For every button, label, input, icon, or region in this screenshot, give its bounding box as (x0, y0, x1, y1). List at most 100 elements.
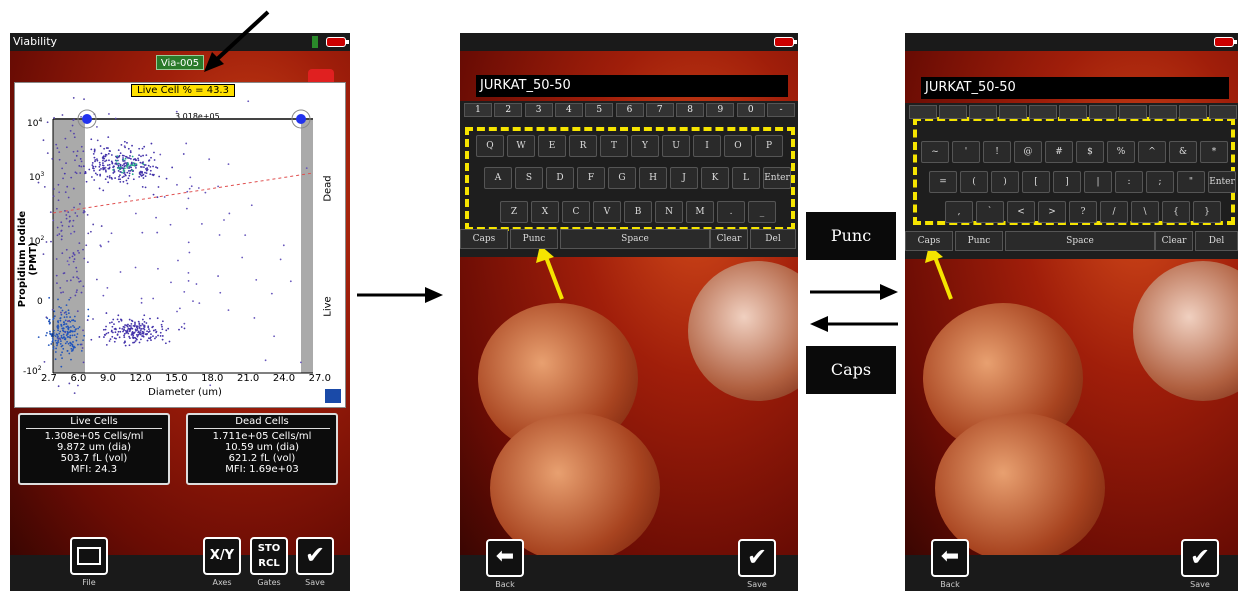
key-sym2-1[interactable]: ( (960, 171, 988, 193)
key-i[interactable]: I (693, 135, 721, 157)
key-6[interactable]: M (686, 201, 714, 223)
num-key[interactable] (1119, 105, 1147, 119)
key-2[interactable]: C (562, 201, 590, 223)
num-key[interactable] (1179, 105, 1207, 119)
key-5[interactable]: N (655, 201, 683, 223)
save-button[interactable]: ✔ (1181, 539, 1219, 577)
key-5[interactable]: 6 (615, 103, 644, 117)
key-q[interactable]: Q (476, 135, 504, 157)
key-8[interactable]: _ (748, 201, 776, 223)
key-3[interactable]: V (593, 201, 621, 223)
key-3[interactable]: 4 (554, 103, 583, 117)
key-enter[interactable]: Enter (763, 167, 791, 189)
key-sym3-7[interactable]: { (1162, 201, 1190, 223)
key-7[interactable]: . (717, 201, 745, 223)
key-space[interactable]: Space (1005, 231, 1155, 251)
key-0[interactable]: 1 (464, 103, 492, 117)
key-t[interactable]: T (600, 135, 628, 157)
key-sym3-8[interactable]: } (1193, 201, 1221, 223)
key-k[interactable]: K (701, 167, 729, 189)
num-key[interactable] (1149, 105, 1177, 119)
key-e[interactable]: E (538, 135, 566, 157)
key-sym-0[interactable]: ~ (921, 141, 949, 163)
key-d[interactable]: D (546, 167, 574, 189)
key-del[interactable]: Del (750, 229, 796, 249)
key-sym2-8[interactable]: " (1177, 171, 1205, 193)
key-clear[interactable]: Clear (710, 229, 748, 249)
key-space[interactable]: Space (560, 229, 710, 249)
back-button[interactable]: ⬅ (486, 539, 524, 577)
key-7[interactable]: 8 (676, 103, 705, 117)
key-s[interactable]: S (515, 167, 543, 189)
key-punc[interactable]: Punc (510, 229, 558, 249)
key-sym2-7[interactable]: ; (1146, 171, 1174, 193)
key-f[interactable]: F (577, 167, 605, 189)
key-sym-7[interactable]: ^ (1138, 141, 1166, 163)
key-6[interactable]: 7 (645, 103, 674, 117)
num-key[interactable] (909, 105, 937, 119)
key-clear[interactable]: Clear (1155, 231, 1193, 251)
key-9[interactable]: 0 (736, 103, 765, 117)
save-button[interactable]: ✔ (296, 537, 334, 575)
key-p[interactable]: P (755, 135, 783, 157)
key-sym2-2[interactable]: ) (991, 171, 1019, 193)
key-0[interactable]: Z (500, 201, 528, 223)
histogram-icon[interactable] (325, 389, 341, 403)
gate-name-badge[interactable]: Via-005 (156, 55, 204, 70)
key-sym2-3[interactable]: [ (1022, 171, 1050, 193)
gates-button[interactable]: STO RCL (250, 537, 288, 575)
text-input[interactable]: JURKAT_50-50 (476, 75, 788, 97)
num-key[interactable] (1089, 105, 1117, 119)
key-sym-9[interactable]: * (1200, 141, 1228, 163)
key-sym2-0[interactable]: = (929, 171, 957, 193)
key-sym-8[interactable]: & (1169, 141, 1197, 163)
key-l[interactable]: L (732, 167, 760, 189)
key-g[interactable]: G (608, 167, 636, 189)
key-sym3-0[interactable]: , (945, 201, 973, 223)
key-sym-4[interactable]: # (1045, 141, 1073, 163)
key-8[interactable]: 9 (706, 103, 735, 117)
key-sym2-5[interactable]: | (1084, 171, 1112, 193)
key-sym3-4[interactable]: ? (1069, 201, 1097, 223)
key-caps[interactable]: Caps (905, 231, 953, 251)
num-key[interactable] (999, 105, 1027, 119)
num-key[interactable] (1029, 105, 1057, 119)
key-sym-6[interactable]: % (1107, 141, 1135, 163)
key-1[interactable]: X (531, 201, 559, 223)
key-w[interactable]: W (507, 135, 535, 157)
key-del[interactable]: Del (1195, 231, 1238, 251)
back-button[interactable]: ⬅ (931, 539, 969, 577)
key-4[interactable]: 5 (585, 103, 614, 117)
save-button[interactable]: ✔ (738, 539, 776, 577)
key-j[interactable]: J (670, 167, 698, 189)
key-sym3-5[interactable]: / (1100, 201, 1128, 223)
scatter-plot[interactable] (15, 83, 345, 407)
num-key[interactable] (1059, 105, 1087, 119)
key-sym-3[interactable]: @ (1014, 141, 1042, 163)
key-10[interactable]: - (767, 103, 795, 117)
key-h[interactable]: H (639, 167, 667, 189)
key-r[interactable]: R (569, 135, 597, 157)
key-4[interactable]: B (624, 201, 652, 223)
key-2[interactable]: 3 (524, 103, 553, 117)
key-sym-5[interactable]: $ (1076, 141, 1104, 163)
num-key[interactable] (1209, 105, 1237, 119)
key-sym2-6[interactable]: : (1115, 171, 1143, 193)
key-sym2-4[interactable]: ] (1053, 171, 1081, 193)
key-sym3-6[interactable]: \ (1131, 201, 1159, 223)
key-y[interactable]: Y (631, 135, 659, 157)
key-sym3-3[interactable]: > (1038, 201, 1066, 223)
key-caps[interactable]: Caps (460, 229, 508, 249)
key-sym3-1[interactable]: ` (976, 201, 1004, 223)
text-input[interactable]: JURKAT_50-50 (921, 77, 1229, 99)
key-a[interactable]: A (484, 167, 512, 189)
num-key[interactable] (969, 105, 997, 119)
key-o[interactable]: O (724, 135, 752, 157)
axes-button[interactable]: X/Y (203, 537, 241, 575)
num-key[interactable] (939, 105, 967, 119)
key-1[interactable]: 2 (494, 103, 523, 117)
key-sym3-2[interactable]: < (1007, 201, 1035, 223)
key-sym-2[interactable]: ! (983, 141, 1011, 163)
file-button[interactable] (70, 537, 108, 575)
key-sym-1[interactable]: ' (952, 141, 980, 163)
